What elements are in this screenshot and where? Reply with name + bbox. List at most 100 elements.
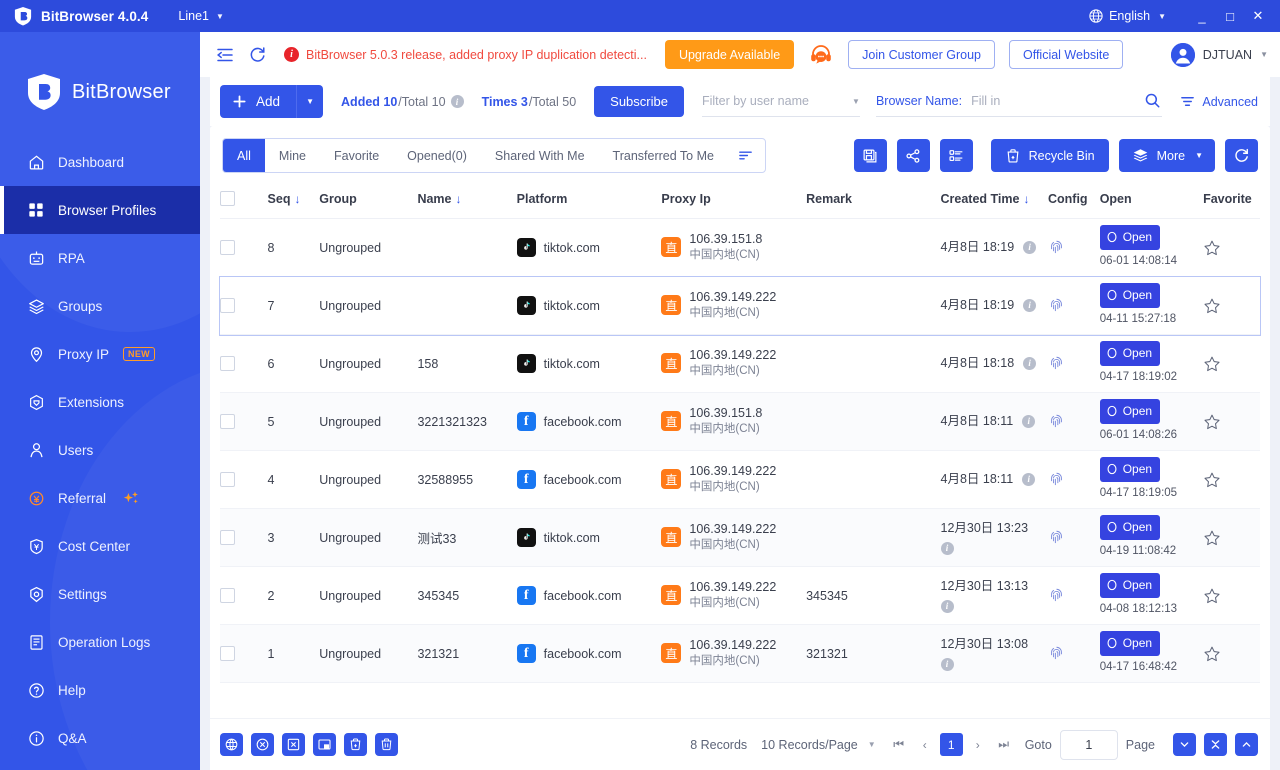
table-row[interactable]: 2 Ungrouped 345345 f facebook.com 直 106.… [220,566,1260,625]
browser-name-field[interactable]: Browser Name: [875,87,1163,117]
favorite-star-icon[interactable] [1203,645,1221,663]
row-checkbox[interactable] [220,530,235,545]
official-website-button[interactable]: Official Website [1008,40,1124,69]
sidebar-item-help[interactable]: Help [0,666,200,714]
col-remark[interactable]: Remark [806,183,941,219]
created-info-icon[interactable]: i [940,599,954,613]
row-checkbox[interactable] [220,414,235,429]
upgrade-available-button[interactable]: Upgrade Available [664,40,795,69]
open-button[interactable]: Open [1099,224,1161,250]
table-row[interactable]: 8 Ungrouped tiktok.com 直 106.39.151.8 中国… [220,218,1260,277]
added-info-icon[interactable]: i [450,95,464,108]
open-button[interactable]: Open [1099,514,1161,540]
user-name-filter-select[interactable]: Filter by user name ▼ [701,87,860,117]
sidebar-item-cost-center[interactable]: Cost Center [0,522,200,570]
tabs-sort-icon[interactable] [728,139,765,172]
add-button[interactable]: Add [220,85,297,118]
goto-page-input[interactable] [1059,729,1118,760]
col-seq[interactable]: Seq ↓ [267,183,320,219]
search-icon[interactable] [1144,92,1162,110]
sidebar-item-qa[interactable]: Q&A [0,714,200,762]
open-button[interactable]: Open [1099,456,1161,482]
fingerprint-icon[interactable] [1048,239,1065,256]
close-button[interactable]: ✕ [1244,3,1272,29]
refresh-table-button[interactable] [1225,139,1258,172]
line-selector-chevron-down-icon[interactable]: ▼ [216,12,224,21]
next-page-button[interactable]: › [967,733,989,756]
col-group[interactable]: Group [319,183,418,219]
fingerprint-icon[interactable] [1048,645,1065,662]
fingerprint-icon[interactable] [1048,471,1065,488]
browser-name-input[interactable] [971,94,1139,108]
col-open[interactable]: Open [1099,183,1204,219]
table-row[interactable]: 7 Ungrouped tiktok.com 直 106.39.149.222 … [219,275,1261,336]
page-number-button[interactable]: 1 [939,733,963,756]
customer-support-icon[interactable] [808,42,834,68]
open-button[interactable]: Open [1099,630,1161,656]
row-checkbox[interactable] [220,646,235,661]
open-button[interactable]: Open [1099,572,1161,598]
batch-open-button[interactable] [220,733,243,756]
sidebar-item-settings[interactable]: Settings [0,570,200,618]
sidebar-item-users[interactable]: Users [0,426,200,474]
share-button[interactable] [896,139,930,172]
table-row[interactable]: 5 Ungrouped 3221321323 f facebook.com 直 … [220,392,1260,451]
favorite-star-icon[interactable] [1203,413,1221,431]
sidebar-item-referral[interactable]: Referral [0,474,200,522]
favorite-star-icon[interactable] [1203,355,1221,373]
open-button[interactable]: Open [1099,282,1161,308]
tab-transferred-to-me[interactable]: Transferred To Me [599,139,728,172]
open-button[interactable]: Open [1099,340,1161,366]
collapse-rows-button[interactable] [1204,733,1227,756]
table-row[interactable]: 4 Ungrouped 32588955 f facebook.com 直 10… [220,450,1260,509]
table-row[interactable]: 3 Ungrouped 测试33 tiktok.com 直 106.39.149… [220,508,1260,567]
favorite-star-icon[interactable] [1203,239,1221,257]
favorite-star-icon[interactable] [1203,297,1221,315]
row-checkbox[interactable] [220,356,235,371]
minimize-button[interactable]: _ [1188,3,1216,29]
column-settings-button[interactable] [939,139,973,172]
refresh-page-icon[interactable] [246,44,268,66]
col-created-time[interactable]: Created Time ↓ [940,183,1048,219]
tab-shared-with-me[interactable]: Shared With Me [481,139,599,172]
batch-close-button[interactable] [251,733,274,756]
scroll-up-button[interactable] [1235,733,1258,756]
fingerprint-icon[interactable] [1048,529,1065,546]
open-button[interactable]: Open [1099,398,1161,424]
row-checkbox[interactable] [220,588,235,603]
collapse-sidebar-icon[interactable] [214,44,236,66]
more-button[interactable]: More ▼ [1118,139,1215,172]
add-dropdown-chevron-down-icon[interactable]: ▼ [296,85,324,118]
col-favorite[interactable]: Favorite [1203,183,1260,219]
prev-page-button[interactable]: ‹ [914,733,936,756]
sidebar-item-proxy-ip[interactable]: Proxy IP NEW [0,330,200,378]
join-customer-group-button[interactable]: Join Customer Group [848,40,995,69]
created-info-icon[interactable]: i [1023,241,1037,254]
col-platform[interactable]: Platform [516,183,662,219]
table-row[interactable]: 1 Ungrouped 321321 f facebook.com 直 106.… [220,624,1260,683]
col-name[interactable]: Name ↓ [417,183,517,219]
created-info-icon[interactable]: i [1023,299,1037,312]
fingerprint-icon[interactable] [1048,355,1065,372]
row-checkbox[interactable] [220,472,235,487]
created-info-icon[interactable]: i [1022,473,1036,486]
batch-clear-button[interactable] [282,733,305,756]
tab-favorite[interactable]: Favorite [320,139,393,172]
save-view-button[interactable] [853,139,887,172]
maximize-button[interactable]: □ [1216,3,1244,29]
sidebar-item-groups[interactable]: Groups [0,282,200,330]
batch-window-layout-button[interactable] [313,733,336,756]
fingerprint-icon[interactable] [1048,413,1065,430]
recycle-bin-button[interactable]: Recycle Bin [990,139,1109,172]
user-menu[interactable]: DJTUAN ▼ [1170,42,1268,67]
fingerprint-icon[interactable] [1048,587,1065,604]
sidebar-item-dashboard[interactable]: Dashboard [0,138,200,186]
fingerprint-icon[interactable] [1048,297,1065,314]
col-proxy-ip[interactable]: Proxy Ip [661,183,807,219]
batch-delete-button[interactable] [375,733,398,756]
tab-mine[interactable]: Mine [265,139,320,172]
favorite-star-icon[interactable] [1203,471,1221,489]
sidebar-item-operation-logs[interactable]: Operation Logs [0,618,200,666]
favorite-star-icon[interactable] [1203,529,1221,547]
col-config[interactable]: Config [1048,183,1100,219]
